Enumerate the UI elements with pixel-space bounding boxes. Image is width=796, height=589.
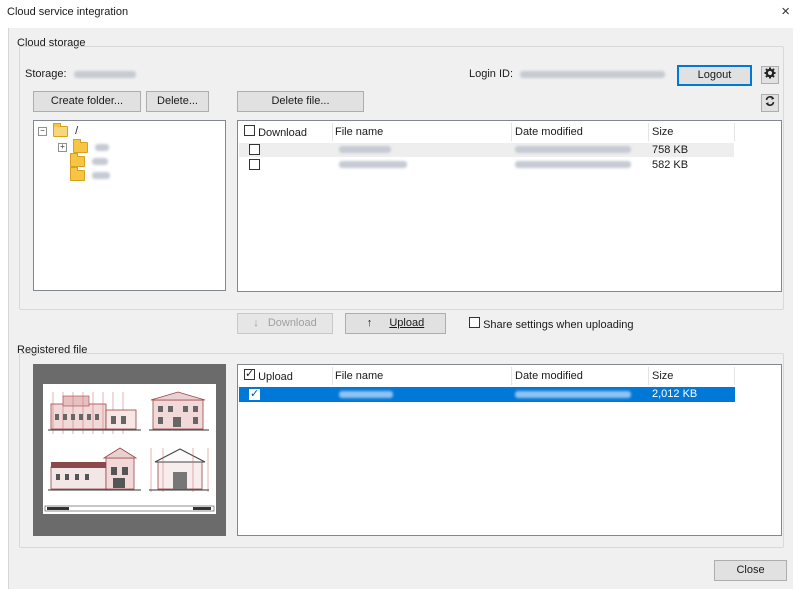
refresh-icon[interactable] <box>761 94 779 112</box>
table-row-selected[interactable]: 2,012 KB <box>239 387 735 402</box>
file-name-redacted <box>339 391 393 398</box>
select-all-download-checkbox[interactable] <box>244 125 255 136</box>
select-all-upload-checkbox[interactable] <box>244 367 255 380</box>
download-button-label: Download <box>267 317 317 329</box>
upload-column-header[interactable]: Upload <box>244 367 293 383</box>
download-column-header[interactable]: Download <box>244 125 307 139</box>
registered-file-list[interactable]: Upload File name Date modified Size 2,01… <box>237 364 782 536</box>
upload-header-label: Upload <box>258 371 293 383</box>
file-preview <box>33 364 226 536</box>
file-name-column-header[interactable]: File name <box>335 126 383 138</box>
column-divider <box>332 367 333 385</box>
share-settings-option[interactable]: Share settings when uploading <box>469 317 634 331</box>
logout-button[interactable]: Logout <box>677 65 752 86</box>
gear-icon[interactable] <box>761 66 779 84</box>
tree-root-label: / <box>75 125 79 137</box>
folder-icon <box>70 152 85 167</box>
row-download-checkbox[interactable] <box>249 144 260 155</box>
close-icon[interactable]: × <box>781 3 790 20</box>
size-column-header[interactable]: Size <box>652 126 673 138</box>
file-name-column-header[interactable]: File name <box>335 370 383 382</box>
column-divider <box>648 123 649 141</box>
row-upload-checkbox[interactable] <box>249 387 260 400</box>
storage-label: Storage: <box>25 68 136 80</box>
dialog-body: Cloud storage Storage: Login ID: Logout … <box>8 28 793 589</box>
tree-item-label-redacted <box>95 143 110 151</box>
tree-item-label-redacted <box>92 171 111 179</box>
title-bar: Cloud service integration × <box>0 0 796 26</box>
share-settings-label: Share settings when uploading <box>483 319 634 331</box>
date-modified-column-header[interactable]: Date modified <box>515 370 583 382</box>
column-divider <box>511 123 512 141</box>
share-settings-checkbox[interactable] <box>469 317 480 328</box>
cloud-file-list[interactable]: Download File name Date modified Size 75… <box>237 120 782 292</box>
upload-arrow-icon: ↑ <box>366 317 373 329</box>
login-id-value-redacted <box>520 70 666 78</box>
column-divider <box>511 367 512 385</box>
column-divider <box>332 123 333 141</box>
upload-button-label: Upload <box>389 317 425 329</box>
storage-value-redacted <box>73 70 136 78</box>
tree-item-label-redacted <box>92 157 109 165</box>
tree-item[interactable] <box>70 166 111 181</box>
table-row[interactable]: 582 KB <box>239 158 734 172</box>
gear-icon-svg <box>764 67 776 79</box>
download-header-label: Download <box>258 127 307 139</box>
file-size: 582 KB <box>652 159 689 171</box>
file-name-redacted <box>339 146 391 153</box>
file-size: 2,012 KB <box>652 388 698 400</box>
folder-tree[interactable]: − / + <box>33 120 226 291</box>
close-button[interactable]: Close <box>714 560 787 581</box>
storage-label-text: Storage: <box>25 68 67 80</box>
window-title: Cloud service integration <box>7 6 129 18</box>
size-column-header[interactable]: Size <box>652 370 673 382</box>
tree-item[interactable] <box>70 152 109 167</box>
login-id-label-text: Login ID: <box>469 68 514 80</box>
expand-icon[interactable]: + <box>58 142 67 152</box>
download-button[interactable]: ↓ Download <box>237 313 333 334</box>
delete-file-button[interactable]: Delete file... <box>237 91 364 112</box>
column-divider <box>734 367 735 385</box>
tree-item[interactable]: + <box>58 138 110 153</box>
date-modified-redacted <box>515 161 631 168</box>
download-arrow-icon: ↓ <box>253 317 259 329</box>
folder-icon <box>70 166 85 181</box>
folder-icon <box>53 122 69 137</box>
create-folder-button[interactable]: Create folder... <box>33 91 141 112</box>
date-modified-redacted <box>515 391 631 398</box>
elevation-drawing-preview <box>43 384 216 514</box>
row-download-checkbox[interactable] <box>249 159 260 170</box>
collapse-icon[interactable]: − <box>38 126 47 136</box>
date-modified-column-header[interactable]: Date modified <box>515 126 583 138</box>
table-row[interactable]: 758 KB <box>239 143 734 157</box>
delete-folder-button[interactable]: Delete... <box>146 91 209 112</box>
file-size: 758 KB <box>652 144 689 156</box>
date-modified-redacted <box>515 146 631 153</box>
upload-button[interactable]: ↑ Upload <box>345 313 446 334</box>
login-id-label: Login ID: <box>469 68 666 80</box>
column-divider <box>734 123 735 141</box>
folder-icon <box>73 138 89 153</box>
refresh-icon-svg <box>765 96 775 106</box>
file-name-redacted <box>339 161 407 168</box>
column-divider <box>648 367 649 385</box>
tree-root[interactable]: − / <box>38 122 79 137</box>
